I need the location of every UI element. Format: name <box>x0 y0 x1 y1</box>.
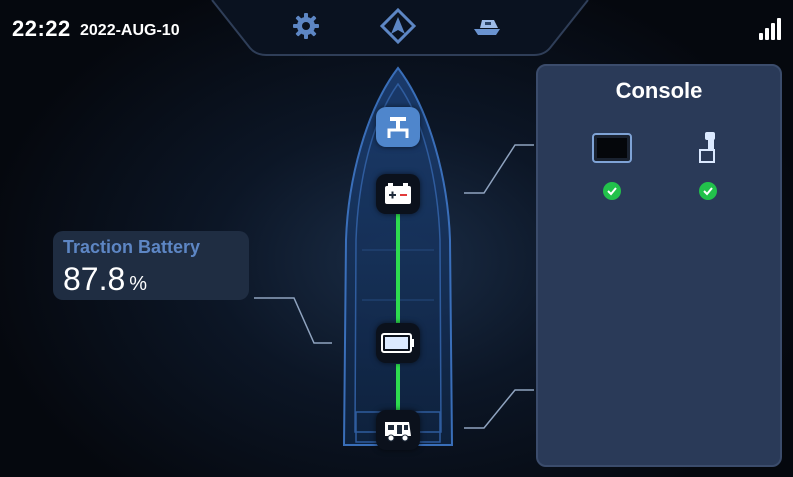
helm-seat-icon <box>387 117 409 138</box>
console-throttle-device[interactable] <box>696 130 720 164</box>
console-title: Console <box>615 78 703 103</box>
throttle-status-check-icon <box>699 182 717 200</box>
helm-station-node[interactable] <box>376 107 420 147</box>
battery-level-icon <box>381 333 414 353</box>
shore-power-node[interactable] <box>376 410 420 450</box>
battery-charge-value: 87.8 <box>63 261 126 297</box>
rv-camper-icon <box>385 422 411 442</box>
boat-overview-screen: 22:22 2022-AUG-10 Traction Battery 87.8 … <box>0 0 793 477</box>
throttle-lever-icon <box>699 132 715 163</box>
console-display-device[interactable] <box>592 133 632 163</box>
battery-card-title: Traction Battery <box>63 237 201 257</box>
starter-battery-node[interactable] <box>376 174 420 214</box>
battery-charge-readout: 87.8% <box>63 261 147 298</box>
battery-charge-unit: % <box>129 273 148 295</box>
console-panel: Console <box>536 64 782 467</box>
display-status-check-icon <box>603 182 621 200</box>
battery-terminal-icon <box>385 183 411 204</box>
display-screen-icon <box>592 133 632 163</box>
traction-battery-node[interactable] <box>376 323 420 363</box>
traction-battery-card[interactable]: Traction Battery 87.8% <box>53 231 249 300</box>
